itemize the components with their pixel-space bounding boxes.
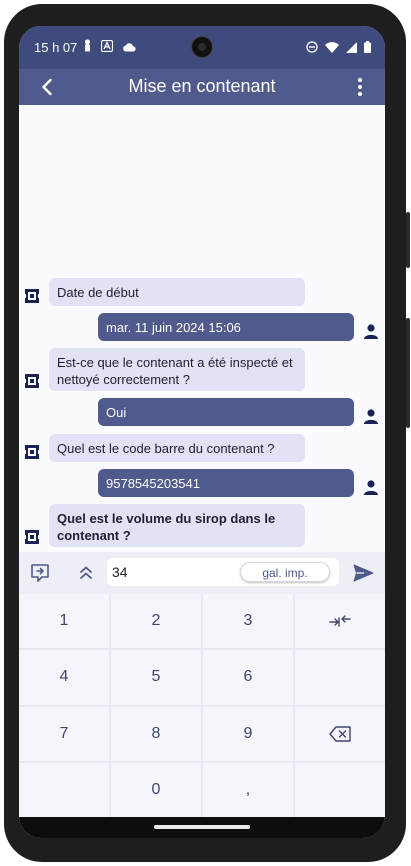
a-box-icon	[100, 39, 114, 57]
bot-message: Quel est le code barre du contenant ?	[49, 434, 305, 462]
key-backspace[interactable]	[295, 706, 385, 761]
status-icons-right	[306, 40, 371, 58]
status-bar: 15 h 07	[19, 26, 385, 69]
bot-message-current: Quel est le volume du sirop dans le cont…	[49, 504, 305, 547]
battery-icon	[364, 40, 371, 58]
home-gesture-handle[interactable]	[154, 825, 250, 829]
key-5[interactable]: 5	[111, 650, 201, 705]
numeric-keypad: 1 2 3 4 5 6 7 8 9 0 ,	[19, 594, 385, 817]
power-button	[406, 318, 410, 428]
send-icon	[353, 564, 374, 582]
answer-field[interactable]: gal. imp.	[107, 558, 339, 586]
user-message: 9578545203541	[98, 469, 354, 497]
key-blank	[295, 650, 385, 705]
user-avatar-icon	[364, 324, 378, 339]
bot-message: Est-ce que le contenant a été inspecté e…	[49, 348, 305, 391]
bot-avatar-icon	[24, 445, 40, 459]
key-tab[interactable]	[295, 594, 385, 649]
key-blank	[295, 762, 385, 817]
dnd-icon	[306, 40, 318, 58]
key-comma[interactable]: ,	[203, 762, 293, 817]
answer-input[interactable]	[112, 564, 232, 580]
key-6[interactable]: 6	[203, 650, 293, 705]
bot-message: Date de début	[49, 278, 305, 306]
signal-icon	[346, 40, 357, 58]
key-7[interactable]: 7	[19, 706, 109, 761]
key-1[interactable]: 1	[19, 594, 109, 649]
key-3[interactable]: 3	[203, 594, 293, 649]
double-chevron-up-icon	[80, 566, 92, 579]
user-avatar-icon	[364, 409, 378, 424]
user-message: mar. 11 juin 2024 15:06	[98, 313, 354, 341]
overflow-menu-button[interactable]	[355, 76, 365, 98]
more-vertical-icon	[358, 78, 362, 96]
bot-avatar-icon	[24, 374, 40, 388]
user-message: Oui	[98, 398, 354, 426]
backspace-icon	[329, 725, 351, 742]
front-camera	[191, 36, 213, 58]
user-avatar-icon	[364, 480, 378, 495]
key-9[interactable]: 9	[203, 706, 293, 761]
volume-button	[406, 212, 410, 268]
status-time: 15 h 07	[34, 40, 78, 55]
key-4[interactable]: 4	[19, 650, 109, 705]
status-icons-left	[83, 39, 136, 57]
app-bar: Mise en contenant	[19, 69, 385, 105]
bot-avatar-icon	[24, 530, 40, 544]
input-bar: gal. imp.	[19, 552, 385, 594]
screen-share-icon	[31, 564, 49, 582]
wifi-icon	[325, 40, 339, 58]
screen-share-button[interactable]	[29, 562, 51, 584]
chat-area: Date de début mar. 11 juin 2024 15:06 Es…	[19, 105, 385, 552]
system-nav-bar	[19, 817, 385, 838]
tab-arrows-icon	[329, 615, 351, 627]
unit-chip[interactable]: gal. imp.	[240, 562, 330, 582]
cloud-icon	[122, 39, 136, 57]
screen: 15 h 07 Mise en contenant Date de début …	[19, 26, 385, 838]
send-button[interactable]	[352, 562, 374, 584]
key-0[interactable]: 0	[111, 762, 201, 817]
key-2[interactable]: 2	[111, 594, 201, 649]
collapse-button[interactable]	[75, 562, 97, 584]
bot-avatar-icon	[24, 289, 40, 303]
key-8[interactable]: 8	[111, 706, 201, 761]
person-icon	[83, 39, 92, 57]
key-blank	[19, 762, 109, 817]
page-title: Mise en contenant	[128, 76, 276, 96]
